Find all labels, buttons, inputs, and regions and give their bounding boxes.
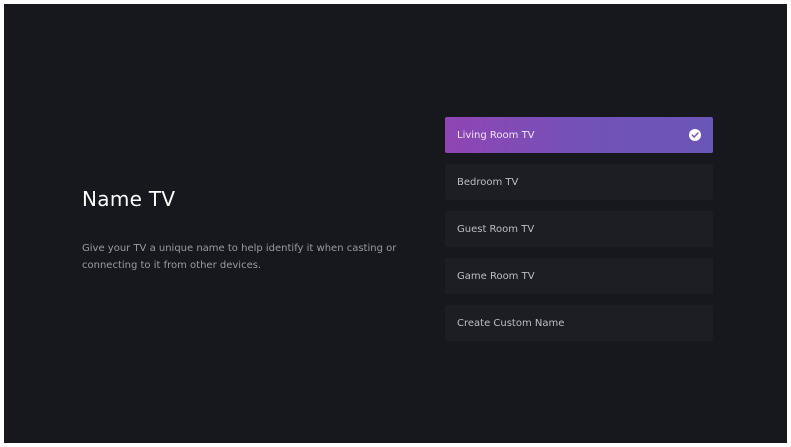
option-label: Create Custom Name (457, 317, 565, 329)
option-game-room-tv[interactable]: Game Room TV (445, 258, 713, 294)
page-title: Name TV (82, 187, 176, 211)
check-circle-icon (689, 129, 701, 141)
name-options-list: Living Room TV Bedroom TV Guest Room TV … (445, 117, 713, 352)
option-living-room-tv[interactable]: Living Room TV (445, 117, 713, 153)
option-label: Guest Room TV (457, 223, 535, 235)
option-bedroom-tv[interactable]: Bedroom TV (445, 164, 713, 200)
tv-screen: Name TV Give your TV a unique name to he… (4, 4, 787, 443)
option-create-custom-name[interactable]: Create Custom Name (445, 305, 713, 341)
option-label: Bedroom TV (457, 176, 519, 188)
option-label: Game Room TV (457, 270, 535, 282)
page-description: Give your TV a unique name to help ident… (82, 243, 397, 271)
option-guest-room-tv[interactable]: Guest Room TV (445, 211, 713, 247)
option-label: Living Room TV (457, 129, 535, 141)
